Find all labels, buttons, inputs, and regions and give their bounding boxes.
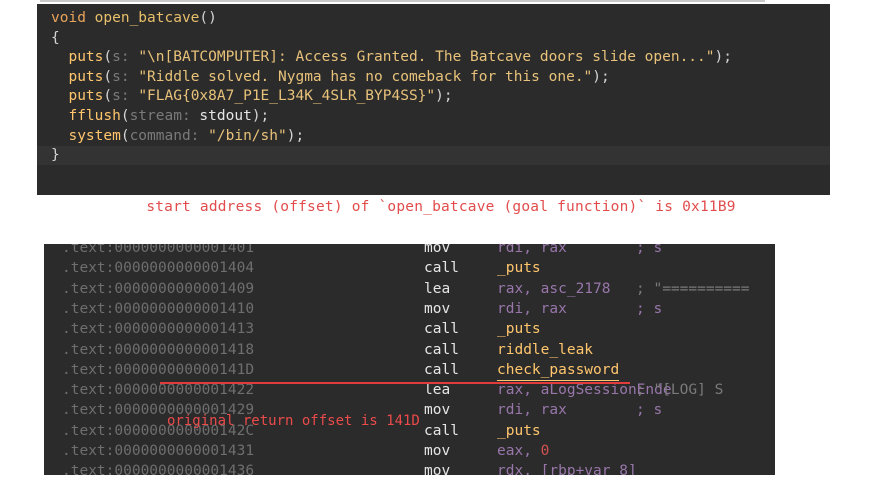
disasm-mnemonic: call	[424, 422, 459, 439]
code-line[interactable]: system(command: "/bin/sh");	[37, 127, 830, 146]
disasm-address: .text:0000000000001404	[62, 260, 255, 277]
code-token: (	[103, 49, 113, 66]
disasm-mnemonic: mov	[424, 402, 451, 419]
disasm-mnemonic: mov	[424, 443, 451, 459]
code-token: (	[120, 127, 130, 144]
disasm-row[interactable]: .text:0000000000001431 mov eax, 0	[44, 441, 775, 461]
disasm-operand: rdi, rax	[497, 300, 567, 317]
disasm-row[interactable]: .text:0000000000001418 call riddle_leak	[44, 340, 775, 360]
code-token: s:	[112, 49, 139, 66]
disasm-operand: rdx, [rbp+var_8]	[497, 463, 637, 475]
code-token: "\n[BATCOMPUTER]: Access Granted. The Ba…	[138, 49, 715, 66]
code-token: void	[51, 10, 95, 26]
disasm-operand[interactable]: _puts	[497, 258, 541, 278]
disasm-mnemonic: mov	[424, 463, 451, 475]
code-token: stream:	[129, 108, 200, 124]
disasm-mnemonic: call	[424, 260, 459, 277]
code-token: (	[103, 68, 113, 85]
disasm-operand[interactable]: riddle_leak	[497, 340, 593, 360]
disasm-address: .text:000000000000141D	[62, 361, 255, 378]
offset-caption: start address (offset) of `open_batcave …	[146, 199, 736, 215]
code-token: puts	[51, 68, 104, 85]
disasm-row[interactable]: .text:0000000000001401 mov rdi, rax ; s	[44, 244, 775, 258]
code-line[interactable]: }	[37, 146, 830, 166]
disasm-operand: rdi, rax	[497, 244, 567, 256]
code-line[interactable]: {	[37, 29, 830, 48]
disasm-mnemonic: mov	[424, 300, 451, 317]
code-token: {	[51, 29, 60, 46]
disasm-address: .text:0000000000001418	[62, 341, 255, 358]
disasm-comment: ; "[LOG] S	[636, 382, 724, 399]
disasm-mnemonic: call	[424, 361, 459, 378]
code-line[interactable]: puts(s: "Riddle solved. Nygma has no com…	[37, 68, 830, 87]
code-token: );	[592, 68, 610, 85]
disasm-row[interactable]: .text:000000000000141D call check_password	[44, 360, 775, 382]
disasm-operand: rdi, rax	[497, 402, 567, 419]
disasm-address: .text:0000000000001409	[62, 280, 255, 297]
disasm-address: .text:0000000000001401	[62, 244, 255, 256]
disasm-comment: ; s	[636, 300, 663, 317]
code-token: }	[51, 147, 60, 164]
code-token: s:	[112, 68, 139, 85]
code-token: s:	[112, 88, 139, 105]
disasm-mnemonic: mov	[424, 244, 451, 256]
disasm-operand: eax, 0	[497, 443, 550, 459]
disasm-comment: ; s	[636, 402, 663, 419]
disasm-address: .text:0000000000001431	[62, 443, 255, 459]
code-line[interactable]: fflush(stream: stdout);	[37, 107, 830, 126]
disasm-comment: ; "==========	[636, 280, 750, 297]
disasm-mnemonic: call	[424, 321, 459, 338]
code-token: command:	[129, 127, 209, 144]
disasm-operand[interactable]: check_password	[497, 360, 620, 382]
code-token: );	[714, 49, 732, 66]
disasm-address: .text:0000000000001413	[62, 321, 255, 338]
code-token: puts	[51, 49, 104, 66]
disasm-operand[interactable]: _puts	[497, 421, 541, 441]
code-token: "FLAG{0x8A7_P1E_L34K_4SLR_BYP4SS}"	[138, 88, 436, 105]
code-token: );	[435, 88, 453, 105]
code-token: "/bin/sh"	[208, 127, 287, 144]
disasm-mnemonic: call	[424, 341, 459, 358]
disasm-mnemonic: lea	[424, 280, 451, 297]
code-token: system	[51, 127, 121, 144]
code-token: );	[251, 108, 270, 124]
decompiler-panel: void open_batcave(){ puts(s: "\n[BATCOMP…	[37, 4, 830, 195]
disasm-address: .text:0000000000001410	[62, 300, 255, 317]
disasm-comment: ; s	[636, 244, 663, 256]
disasm-row[interactable]: .text:0000000000001409 lea rax, asc_2178 ; …	[44, 279, 775, 299]
code-line[interactable]: puts(s: "FLAG{0x8A7_P1E_L34K_4SLR_BYP4SS…	[37, 87, 830, 106]
code-token: (	[120, 108, 130, 124]
disasm-row[interactable]: .text:0000000000001436 mov rdx, [rbp+var_8…	[44, 461, 775, 475]
code-token: puts	[51, 88, 104, 105]
code-token: );	[286, 127, 305, 144]
disasm-row[interactable]: .text:0000000000001404 call _puts	[44, 258, 775, 278]
code-token: open_batcave	[94, 10, 200, 26]
disasm-operand: rax, asc_2178	[497, 280, 611, 297]
code-token: ()	[199, 10, 217, 26]
code-token: fflush	[51, 108, 121, 124]
code-token: "Riddle solved. Nygma has no comeback fo…	[138, 68, 593, 85]
disasm-address: .text:0000000000001436	[62, 463, 255, 475]
return-address-underline	[160, 382, 630, 384]
return-offset-annotation: original return offset is 141D	[167, 413, 420, 429]
top-divider	[40, 0, 765, 2]
disassembly-panel: .text:0000000000001401 mov rdi, rax; s .tex…	[44, 244, 775, 475]
disasm-row[interactable]: .text:0000000000001410 mov rdi, rax ; s	[44, 299, 775, 319]
disasm-row[interactable]: .text:0000000000001413 call _puts	[44, 319, 775, 339]
code-token: (	[103, 88, 113, 105]
disasm-operand[interactable]: _puts	[497, 319, 541, 339]
code-token: stdout	[199, 108, 252, 124]
code-line[interactable]: puts(s: "\n[BATCOMPUTER]: Access Granted…	[37, 48, 830, 67]
code-line[interactable]: void open_batcave()	[37, 9, 830, 28]
